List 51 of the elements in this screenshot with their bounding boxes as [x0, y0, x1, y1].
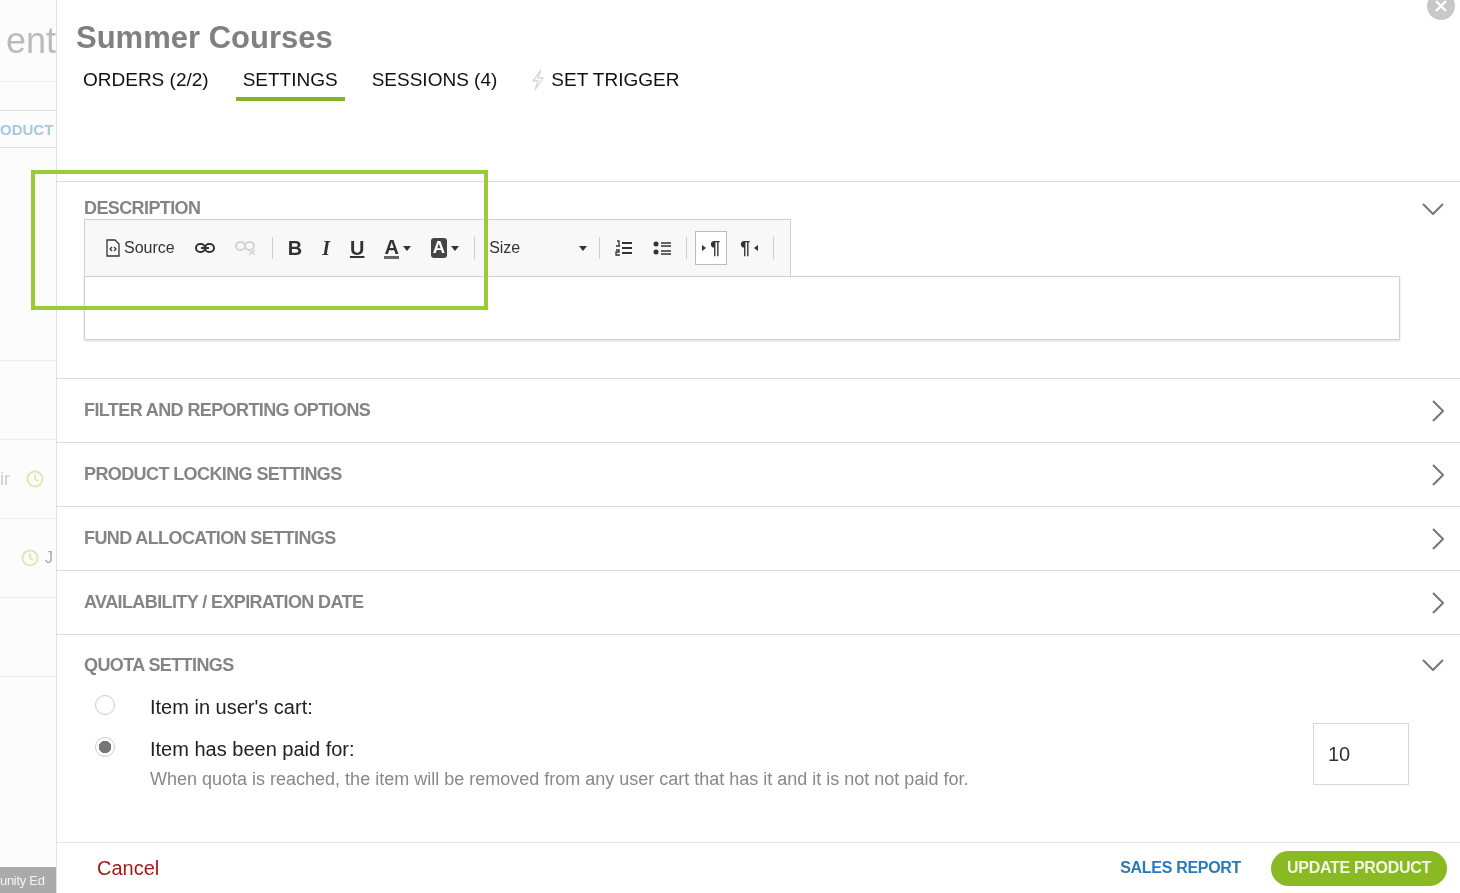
cancel-button[interactable]: Cancel [97, 856, 160, 880]
section-header[interactable]: PRODUCT LOCKING SETTINGS [57, 443, 1460, 506]
caret-icon [402, 245, 411, 251]
radio-button[interactable] [95, 737, 115, 757]
source-button[interactable]: Source [99, 231, 182, 265]
chevron-right-icon [1432, 399, 1444, 422]
chevron-right-icon [1432, 591, 1444, 614]
caret-icon [451, 245, 460, 251]
left-to-right-button[interactable]: ¶ [695, 231, 728, 265]
triangle-icon [702, 245, 707, 251]
chevron-down-icon [1422, 203, 1444, 215]
heading: ent [5, 22, 56, 59]
size-dropdown[interactable]: Size [483, 233, 594, 263]
option-label: Item has been paid for: [150, 737, 356, 761]
tab[interactable]: SETTINGS [235, 65, 345, 101]
section-header[interactable]: DESCRIPTION [57, 182, 1460, 219]
section-header[interactable]: FUND ALLOCATION SETTINGS [57, 507, 1460, 570]
triangle-icon [754, 245, 759, 251]
section-header[interactable]: QUOTA SETTINGS [57, 635, 1460, 695]
chevron-right-icon [1432, 527, 1444, 550]
tab[interactable]: SESSIONS (4) [364, 65, 505, 101]
caret-icon [579, 245, 588, 251]
bulleted-list-icon [653, 240, 672, 256]
close-icon [1434, 0, 1448, 13]
quota-field[interactable]: 10 [1313, 723, 1409, 785]
section-header[interactable]: AVAILABILITY / EXPIRATION DATE [57, 571, 1460, 634]
underline-button[interactable]: U [342, 231, 372, 265]
numbered-list-icon [615, 239, 634, 257]
link-icon [194, 242, 215, 254]
unlink-icon [234, 240, 257, 256]
row-text: J [45, 549, 53, 567]
footer-label: unity Ed [0, 872, 45, 888]
text-color-button[interactable]: A [377, 231, 418, 265]
option-label: Item in user's cart: [150, 695, 314, 719]
clock-icon [21, 549, 39, 567]
tab[interactable]: ORDERS (2/2) [76, 65, 216, 101]
section-header[interactable]: FILTER AND REPORTING OPTIONS [57, 379, 1460, 442]
lightning-icon [531, 69, 546, 91]
chevron-right-icon [1432, 463, 1444, 486]
document-icon [106, 239, 120, 257]
sales-report-link[interactable]: SALES REPORT [1120, 859, 1242, 877]
dialog-title: Summer Courses [76, 19, 334, 57]
tab[interactable]: SET TRIGGER [524, 65, 687, 101]
background-color-button[interactable]: A [423, 231, 467, 265]
right-to-left-button[interactable]: ¶ [733, 231, 766, 265]
text-editor-field[interactable] [84, 276, 1400, 340]
italic-button[interactable]: I [315, 231, 337, 265]
help-text: When quota is reached, the item will be removed from any user cart that has it and it is not not paid for. [150, 769, 970, 790]
chevron-down-icon [1422, 659, 1444, 671]
bold-button[interactable]: B [280, 231, 310, 265]
clock-icon [26, 470, 44, 488]
